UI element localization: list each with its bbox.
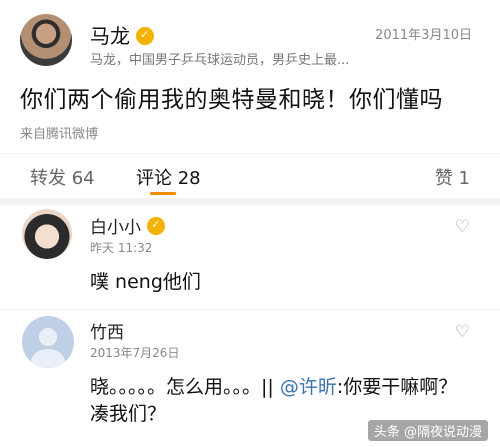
commenter-name[interactable]: 竹西 (90, 318, 124, 343)
heart-outline-icon[interactable]: ♡ (455, 322, 470, 342)
tab-comments[interactable]: 评论 28 (136, 164, 201, 190)
tab-repost[interactable]: 转发 64 (30, 164, 95, 190)
author-name[interactable]: 马龙 (90, 24, 130, 48)
post-source: 来自腾讯微博 (20, 127, 99, 142)
comment-item: 白小小 昨天 11:32 噗 neng他们 ♡ (0, 205, 500, 310)
commenter-avatar-default[interactable] (22, 316, 74, 368)
commenter-avatar[interactable] (22, 209, 72, 259)
comment-time: 昨天 11:32 (90, 241, 153, 255)
comment-text: 噗 neng他们 (90, 271, 201, 293)
weibo-post: 马龙 2011年3月10日 马龙，中国男子乒乓球运动员，男乒史上最... 你们两… (0, 0, 500, 152)
verified-badge-icon (147, 217, 165, 235)
commenter-name-row[interactable]: 白小小 (90, 213, 165, 238)
comment-time: 2013年7月26日 (90, 346, 180, 360)
mention-link[interactable]: @许昕 (280, 376, 337, 398)
author-avatar[interactable] (20, 14, 72, 66)
comment-text-prefix: 晓。。。。。怎么用。。。|| (90, 376, 274, 398)
active-tab-indicator (150, 192, 176, 195)
post-content: 你们两个偷用我的奥特曼和晓！你们懂吗 (20, 87, 443, 113)
tab-likes[interactable]: 赞 1 (435, 164, 470, 190)
author-description: 马龙，中国男子乒乓球运动员，男乒史上最... (90, 53, 350, 68)
post-tabs: 转发 64 评论 28 赞 1 (0, 153, 500, 206)
watermark: 头条 @隔夜说动漫 (367, 420, 488, 441)
verified-badge-icon (136, 27, 154, 45)
post-date: 2011年3月10日 (375, 28, 472, 43)
commenter-name[interactable]: 白小小 (90, 218, 141, 238)
author-name-row[interactable]: 马龙 (90, 20, 154, 49)
heart-outline-icon[interactable]: ♡ (455, 217, 470, 237)
